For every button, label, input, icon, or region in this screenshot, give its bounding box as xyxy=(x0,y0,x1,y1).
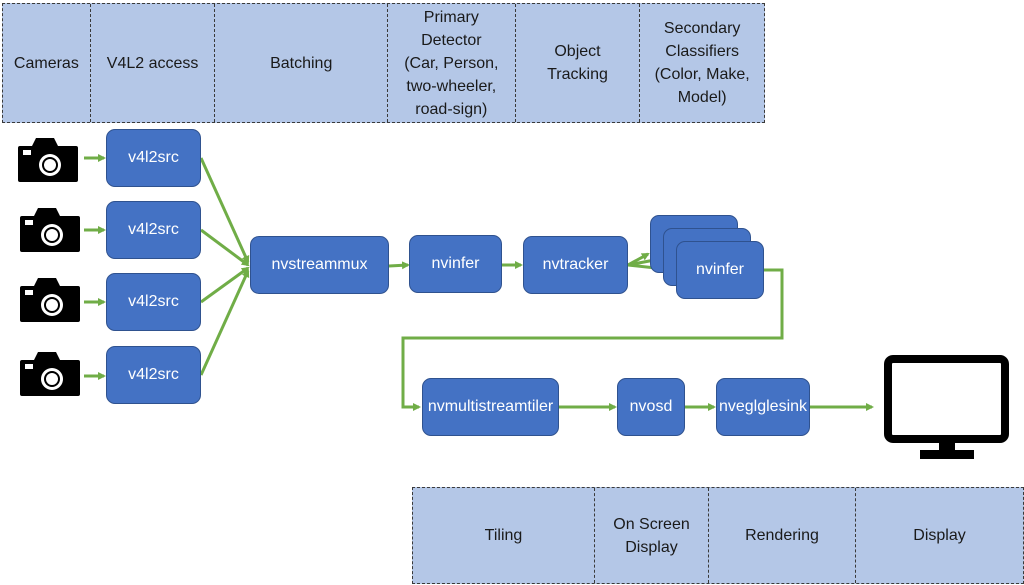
v4l2src-node-3[interactable]: v4l2src xyxy=(106,273,201,331)
nvinfer-secondary-node-front[interactable]: nvinfer xyxy=(676,241,764,299)
nvstreammux-node[interactable]: nvstreammux xyxy=(250,236,389,294)
monitor-icon xyxy=(884,355,1009,459)
nvinfer-primary-node[interactable]: nvinfer xyxy=(409,235,502,293)
nvmultistreamtiler-node[interactable]: nvmultistreamtiler xyxy=(422,378,559,436)
nveglglesink-node[interactable]: nveglglesink xyxy=(716,378,810,436)
edge-mux-infer xyxy=(388,261,410,270)
camera-icon xyxy=(20,352,80,396)
nvtracker-node[interactable]: nvtracker xyxy=(523,236,628,294)
camera-icon xyxy=(20,208,80,252)
v4l2src-node-4[interactable]: v4l2src xyxy=(106,346,201,404)
nvosd-node[interactable]: nvosd xyxy=(617,378,685,436)
camera-icon xyxy=(18,138,78,182)
camera-icon xyxy=(20,278,80,322)
v4l2src-node-1[interactable]: v4l2src xyxy=(106,129,201,187)
v4l2src-node-2[interactable]: v4l2src xyxy=(106,201,201,259)
